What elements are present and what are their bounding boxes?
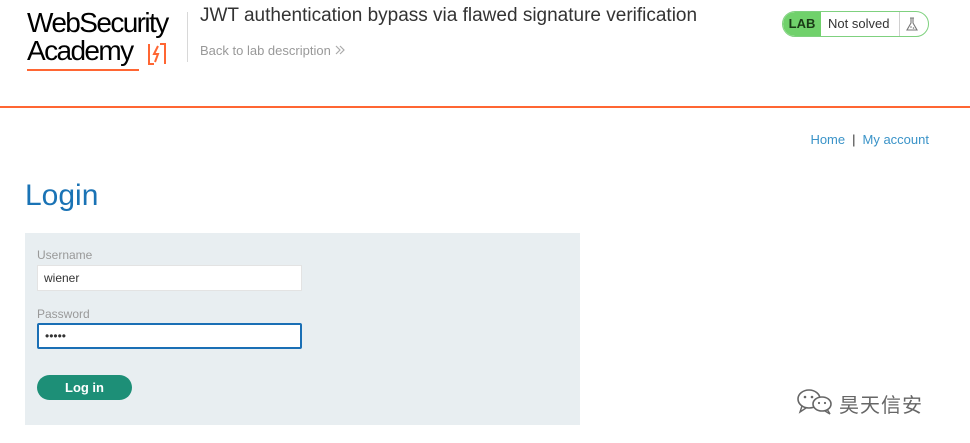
watermark-text: 昊天信安 — [839, 395, 923, 417]
top-nav: Home | My account — [810, 132, 929, 147]
logo-line2: Academy — [27, 35, 134, 66]
chevron-right-double-icon[interactable] — [334, 44, 346, 56]
password-input[interactable] — [37, 323, 302, 349]
login-form: Username Password Log in — [25, 233, 580, 425]
lab-status-widget: LAB Not solved — [782, 11, 929, 37]
lightning-bolt-icon — [148, 43, 166, 65]
wechat-icon — [797, 389, 832, 415]
flask-icon — [906, 17, 918, 31]
nav-my-account-link[interactable]: My account — [863, 132, 929, 147]
header: WebSecurity Academy JWT authentication b… — [0, 0, 970, 106]
back-to-description-link[interactable]: Back to lab description — [200, 43, 331, 58]
nav-home-link[interactable]: Home — [810, 132, 845, 147]
username-input[interactable] — [37, 265, 302, 291]
logo-divider — [187, 12, 188, 62]
watermark: 昊天信安 — [795, 384, 945, 418]
username-label: Username — [37, 248, 93, 262]
login-button[interactable]: Log in — [37, 375, 132, 400]
lab-status-text: Not solved — [828, 16, 890, 31]
logo-underline — [27, 69, 139, 71]
header-divider — [0, 106, 970, 108]
page-title: Login — [25, 179, 99, 212]
nav-separator: | — [852, 132, 856, 147]
academy-logo[interactable]: WebSecurity Academy — [27, 7, 187, 71]
logo-line1: WebSecurity — [27, 7, 169, 38]
password-label: Password — [37, 307, 90, 321]
lab-badge: LAB — [783, 12, 821, 36]
lab-title: JWT authentication bypass via flawed sig… — [200, 5, 698, 26]
status-divider — [899, 12, 900, 36]
